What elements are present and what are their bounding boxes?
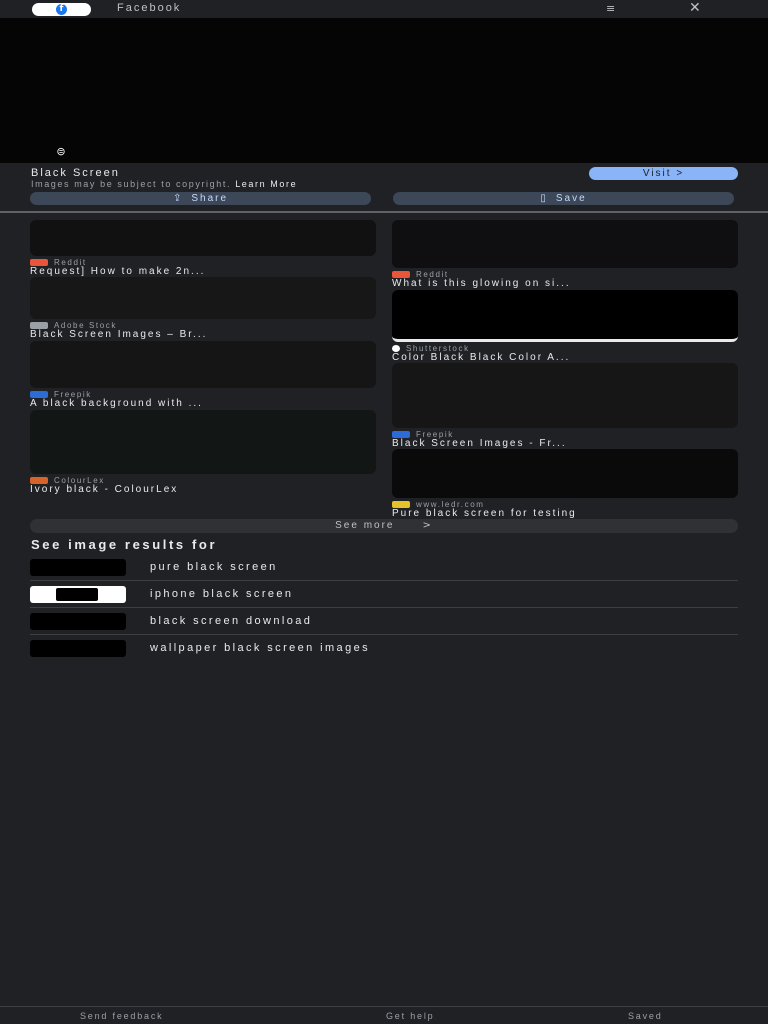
related-search-label: black screen download — [150, 615, 313, 627]
shutterstock-favicon-icon — [392, 344, 400, 352]
adobe-stock-favicon-icon — [30, 321, 48, 329]
related-search-item[interactable]: pure black screen — [30, 554, 738, 581]
result-thumbnail[interactable] — [30, 277, 376, 319]
image-viewer-page: f Facebook ≡ ✕ ⊜ Black Screen Images may… — [0, 0, 768, 1024]
result-thumbnail[interactable] — [392, 290, 738, 342]
result-caption[interactable]: A black background with ... — [30, 398, 376, 409]
result-caption[interactable]: Color Black Black Color A... — [392, 352, 738, 363]
visit-button[interactable]: Visit > — [589, 167, 738, 180]
result-thumbnail[interactable] — [392, 363, 738, 428]
result-card[interactable]: www.ledr.com Pure black screen for testi… — [392, 449, 738, 519]
preview-image[interactable] — [0, 18, 768, 163]
share-label: Share — [191, 193, 229, 204]
close-icon[interactable]: ✕ — [689, 0, 701, 16]
lens-search-icon[interactable]: ⊜ — [44, 146, 78, 158]
result-source: Adobe Stock — [30, 321, 376, 330]
share-icon: ⇪ — [172, 193, 184, 204]
result-card[interactable]: Freepik A black background with ... — [30, 341, 376, 409]
related-search-item[interactable]: wallpaper black screen images — [30, 635, 738, 662]
result-source: ColourLex — [30, 476, 376, 485]
see-more-label: See more — [335, 520, 395, 531]
result-caption[interactable]: Black Screen Images – Br... — [30, 329, 376, 340]
footer: Send feedback Get help Saved — [0, 1006, 768, 1024]
result-source: Freepik — [30, 390, 376, 399]
related-search-label: wallpaper black screen images — [150, 642, 371, 654]
result-thumbnail[interactable] — [30, 410, 376, 474]
result-caption[interactable]: What is this glowing on si... — [392, 278, 738, 289]
reddit-favicon-icon — [392, 270, 410, 278]
menu-icon[interactable]: ≡ — [606, 2, 615, 15]
save-label: Save — [555, 193, 587, 204]
related-search-label: iphone black screen — [150, 588, 294, 600]
result-caption[interactable]: Pure black screen for testing — [392, 508, 738, 519]
result-thumbnail[interactable] — [30, 341, 376, 388]
result-thumbnail[interactable] — [30, 220, 376, 256]
result-source: Shutterstock — [392, 344, 738, 353]
related-search-thumbnail — [30, 613, 126, 630]
related-search-thumbnail — [30, 586, 126, 603]
ledr-favicon-icon — [392, 500, 410, 508]
result-thumbnail[interactable] — [392, 220, 738, 268]
saved-link[interactable]: Saved — [628, 1011, 663, 1021]
bookmark-icon: ▯ — [540, 193, 548, 204]
result-caption[interactable]: Request] How to make 2n... — [30, 266, 376, 277]
reddit-favicon-icon — [30, 258, 48, 266]
result-card[interactable]: ColourLex Ivory black - ColourLex — [30, 410, 376, 495]
phone-screen-shape — [56, 588, 98, 601]
learn-more-link[interactable]: Learn More — [235, 179, 297, 189]
copyright-notice: Images may be subject to copyright. Lear… — [31, 179, 297, 189]
freepik-favicon-icon — [30, 390, 48, 398]
result-caption[interactable]: Ivory black - ColourLex — [30, 484, 376, 495]
top-bar: f Facebook ≡ ✕ — [0, 0, 768, 18]
related-search-thumbnail — [30, 640, 126, 657]
related-search-item[interactable]: black screen download — [30, 608, 738, 635]
related-searches-heading: See image results for — [31, 537, 218, 552]
see-more-button[interactable]: See more > — [30, 519, 738, 533]
result-source: www.ledr.com — [392, 500, 738, 509]
image-title: Black Screen — [31, 167, 120, 179]
result-source: Freepik — [392, 430, 738, 439]
result-card[interactable]: Reddit What is this glowing on si... — [392, 220, 738, 289]
related-search-label: pure black screen — [150, 561, 278, 573]
freepik-favicon-icon — [392, 430, 410, 438]
facebook-logo-pill[interactable]: f — [32, 3, 91, 16]
colourlex-favicon-icon — [30, 476, 48, 484]
get-help-link[interactable]: Get help — [386, 1011, 434, 1021]
save-button[interactable]: ▯ Save — [393, 192, 734, 205]
chevron-right-icon: > — [422, 520, 433, 531]
source-site-title[interactable]: Facebook — [117, 2, 181, 14]
facebook-icon: f — [56, 4, 67, 15]
result-card[interactable]: Reddit Request] How to make 2n... — [30, 220, 376, 277]
result-card[interactable]: Adobe Stock Black Screen Images – Br... — [30, 277, 376, 340]
result-card[interactable]: Freepik Black Screen Images - Fr... — [392, 363, 738, 449]
related-search-thumbnail — [30, 559, 126, 576]
share-button[interactable]: ⇪ Share — [30, 192, 371, 205]
result-source: Reddit — [30, 258, 376, 267]
related-search-item[interactable]: iphone black screen — [30, 581, 738, 608]
section-divider — [0, 211, 768, 213]
send-feedback-link[interactable]: Send feedback — [80, 1011, 163, 1021]
result-source: Reddit — [392, 270, 738, 279]
result-caption[interactable]: Black Screen Images - Fr... — [392, 438, 738, 449]
result-card[interactable]: Shutterstock Color Black Black Color A..… — [392, 290, 738, 363]
copyright-text: Images may be subject to copyright. — [31, 179, 232, 189]
result-thumbnail[interactable] — [392, 449, 738, 498]
